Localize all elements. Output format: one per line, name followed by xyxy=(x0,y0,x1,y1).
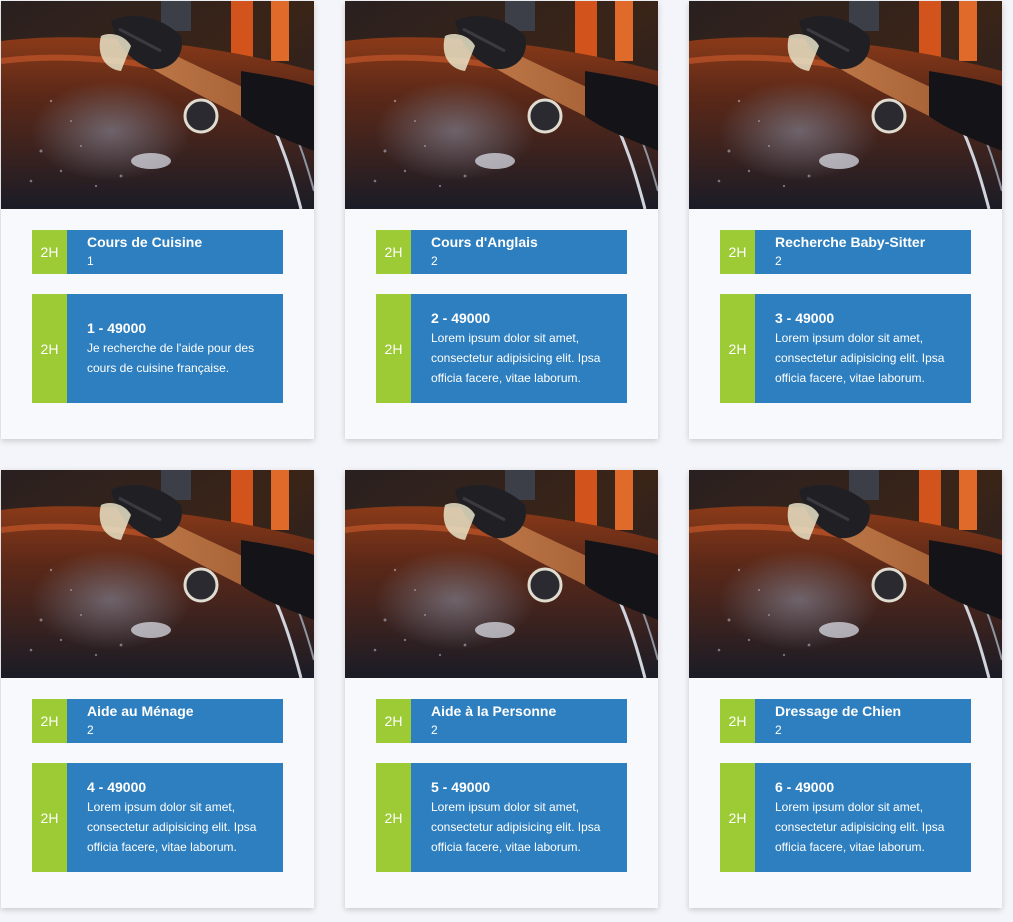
card-title-strip: 2H Aide au Ménage 2 xyxy=(32,699,283,743)
card-detail-strip: 2H 4 - 49000 Lorem ipsum dolor sit amet,… xyxy=(32,763,283,872)
card-title: Dressage de Chien xyxy=(775,703,902,719)
card-subtitle: 2 xyxy=(775,723,782,737)
card-title-strip: 2H Dressage de Chien 2 xyxy=(720,699,971,743)
card-title: Cours d'Anglais xyxy=(431,234,538,250)
service-card[interactable]: 2H Recherche Baby-Sitter 2 2H 3 - 49000 … xyxy=(689,1,1002,439)
card-description: Lorem ipsum dolor sit amet, consectetur … xyxy=(431,799,601,854)
card-title: Recherche Baby-Sitter xyxy=(775,234,926,250)
duration-badge: 2H xyxy=(32,699,67,743)
card-detail-title: 1 - 49000 xyxy=(87,319,147,336)
service-card[interactable]: 2H Aide à la Personne 2 2H 5 - 49000 Lor… xyxy=(345,470,658,908)
card-photo xyxy=(1,1,314,209)
duration-badge: 2H xyxy=(376,699,411,743)
card-photo xyxy=(345,1,658,209)
card-description: Lorem ipsum dolor sit amet, consectetur … xyxy=(775,799,945,854)
card-title: Cours de Cuisine xyxy=(87,234,203,250)
card-detail-strip: 2H 2 - 49000 Lorem ipsum dolor sit amet,… xyxy=(376,294,627,403)
card-detail-title: 5 - 49000 xyxy=(431,778,491,795)
card-subtitle: 1 xyxy=(87,254,94,268)
card-title: Aide à la Personne xyxy=(431,703,557,719)
card-detail-title: 2 - 49000 xyxy=(431,309,491,326)
card-subtitle: 2 xyxy=(775,254,782,268)
card-detail-strip: 2H 1 - 49000 Je recherche de l'aide pour… xyxy=(32,294,283,403)
duration-badge: 2H xyxy=(720,294,755,403)
card-description: Lorem ipsum dolor sit amet, consectetur … xyxy=(775,330,945,385)
card-title-strip: 2H Recherche Baby-Sitter 2 xyxy=(720,230,971,274)
card-title: Aide au Ménage xyxy=(87,703,194,719)
duration-badge: 2H xyxy=(32,763,67,872)
card-detail-strip: 2H 5 - 49000 Lorem ipsum dolor sit amet,… xyxy=(376,763,627,872)
card-title-strip: 2H Cours d'Anglais 2 xyxy=(376,230,627,274)
service-card[interactable]: 2H Cours d'Anglais 2 2H 2 - 49000 Lorem … xyxy=(345,1,658,439)
service-card[interactable]: 2H Cours de Cuisine 1 2H 1 - 49000 Je re… xyxy=(1,1,314,439)
card-subtitle: 2 xyxy=(431,723,438,737)
duration-badge: 2H xyxy=(376,294,411,403)
card-subtitle: 2 xyxy=(431,254,438,268)
card-detail-title: 3 - 49000 xyxy=(775,309,835,326)
card-photo xyxy=(1,470,314,678)
card-title-strip: 2H Cours de Cuisine 1 xyxy=(32,230,283,274)
card-title-strip: 2H Aide à la Personne 2 xyxy=(376,699,627,743)
card-detail-strip: 2H 3 - 49000 Lorem ipsum dolor sit amet,… xyxy=(720,294,971,403)
service-card[interactable]: 2H Aide au Ménage 2 2H 4 - 49000 Lorem i… xyxy=(1,470,314,908)
duration-badge: 2H xyxy=(720,230,755,274)
card-photo xyxy=(689,470,1002,678)
duration-badge: 2H xyxy=(32,294,67,403)
card-description: Je recherche de l'aide pour des cours de… xyxy=(87,340,255,375)
card-photo xyxy=(345,470,658,678)
card-detail-title: 6 - 49000 xyxy=(775,778,835,795)
card-subtitle: 2 xyxy=(87,723,94,737)
duration-badge: 2H xyxy=(720,699,755,743)
duration-badge: 2H xyxy=(376,230,411,274)
duration-badge: 2H xyxy=(720,763,755,872)
card-description: Lorem ipsum dolor sit amet, consectetur … xyxy=(431,330,601,385)
card-photo xyxy=(689,1,1002,209)
card-detail-title: 4 - 49000 xyxy=(87,778,147,795)
card-detail-strip: 2H 6 - 49000 Lorem ipsum dolor sit amet,… xyxy=(720,763,971,872)
card-description: Lorem ipsum dolor sit amet, consectetur … xyxy=(87,799,257,854)
service-card-grid: 2H Cours de Cuisine 1 2H 1 - 49000 Je re… xyxy=(0,0,1013,922)
duration-badge: 2H xyxy=(32,230,67,274)
service-card[interactable]: 2H Dressage de Chien 2 2H 6 - 49000 Lore… xyxy=(689,470,1002,908)
duration-badge: 2H xyxy=(376,763,411,872)
